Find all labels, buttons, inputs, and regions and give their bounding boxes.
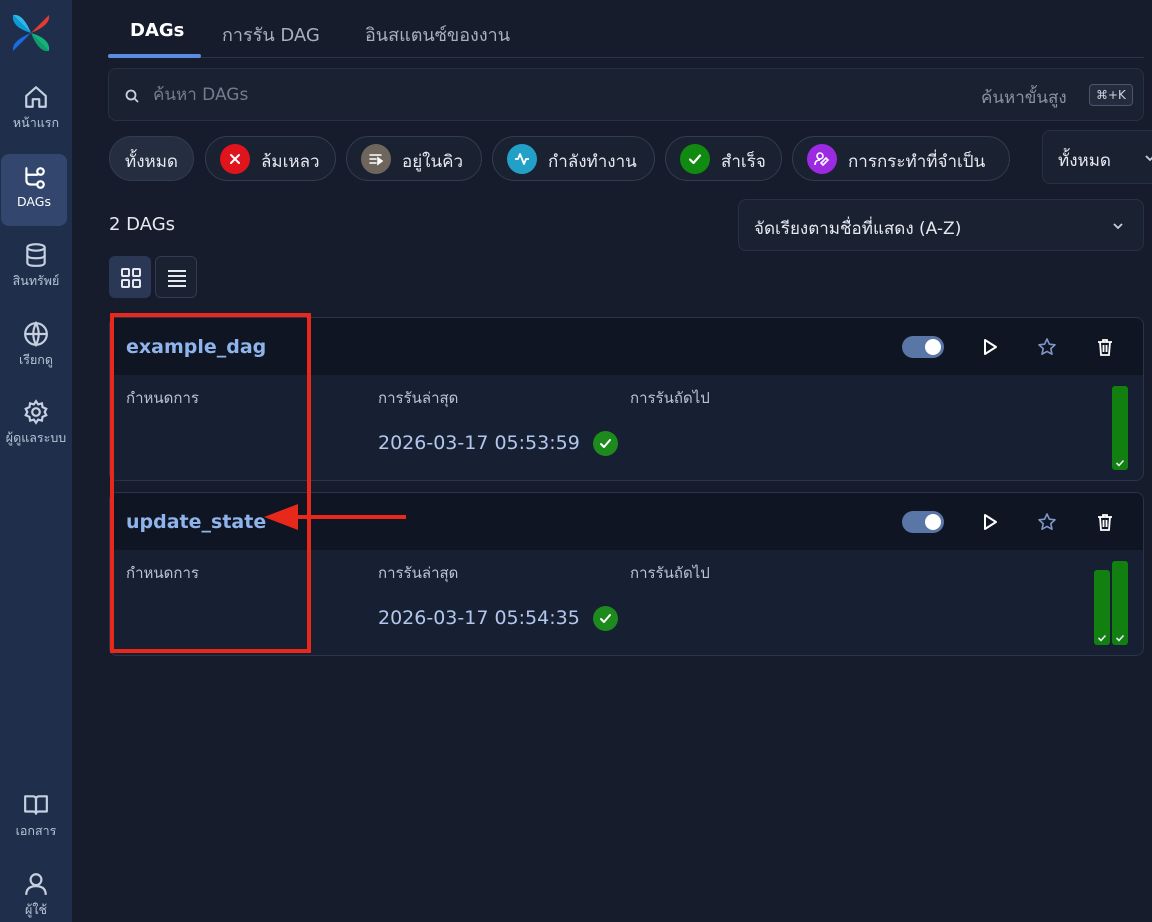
database-icon <box>26 243 46 267</box>
sidebar-item-assets[interactable]: สินทรัพย์ <box>0 242 72 291</box>
sidebar-item-label: สินทรัพย์ <box>12 273 60 288</box>
filter-running[interactable]: กำลังทำงาน <box>492 136 655 181</box>
success-icon <box>593 606 618 631</box>
activity-icon <box>507 144 537 174</box>
list-view-button[interactable] <box>155 256 197 298</box>
filter-all[interactable]: ทั้งหมด <box>109 136 194 181</box>
check-icon <box>1115 634 1125 642</box>
pause-toggle[interactable] <box>902 511 944 533</box>
recent-run-bar[interactable] <box>1112 561 1128 645</box>
sidebar-item-docs[interactable]: เอกสาร <box>0 792 72 841</box>
check-icon <box>680 144 710 174</box>
check-icon <box>1115 459 1125 467</box>
filter-success[interactable]: สำเร็จ <box>665 136 782 181</box>
chevron-down-icon <box>1113 223 1123 230</box>
sidebar-item-label: เอกสาร <box>15 823 57 838</box>
sidebar-item-home[interactable]: หน้าแรก <box>0 84 72 133</box>
tab-dag-runs[interactable]: การรัน DAG <box>222 20 320 49</box>
queue-icon <box>361 144 391 174</box>
sidebar-item-label: DAGs <box>17 194 51 209</box>
next-run-label: การรันถัดไป <box>630 564 710 582</box>
card-view-button[interactable] <box>109 256 151 298</box>
recent-run-bar[interactable] <box>1094 570 1110 645</box>
star-icon[interactable] <box>1037 337 1057 357</box>
sidebar-item-dags[interactable]: DAGs <box>1 154 67 226</box>
tab-dags[interactable]: DAGs <box>130 20 184 41</box>
filter-label: การกระทำที่จำเป็น <box>848 152 986 172</box>
filter-label: กำลังทำงาน <box>548 152 637 172</box>
advanced-search-link[interactable]: ค้นหาขั้นสูง <box>981 84 1067 111</box>
filter-label: ทั้งหมด <box>125 152 178 172</box>
sort-select[interactable]: จัดเรียงตามชื่อที่แสดง (A-Z) <box>738 199 1144 251</box>
annotation-arrow-icon <box>264 504 406 530</box>
latest-run-label: การรันล่าสุด <box>378 564 459 582</box>
success-icon <box>593 431 618 456</box>
tab-task-instances[interactable]: อินสแตนซ์ของงาน <box>365 20 510 49</box>
user-icon <box>25 873 47 895</box>
dag-count: 2 DAGs <box>109 214 176 235</box>
sidebar-item-user[interactable]: ผู้ใช้ <box>0 871 72 920</box>
dags-icon <box>25 167 45 189</box>
search-shortcut-badge: ⌘+K <box>1089 84 1133 106</box>
home-icon <box>25 86 47 108</box>
trash-icon[interactable] <box>1095 337 1115 357</box>
gear-icon <box>24 399 48 425</box>
x-icon <box>220 144 250 174</box>
sidebar-item-label: เรียกดู <box>19 352 53 367</box>
sidebar-item-browse[interactable]: เรียกดู <box>0 321 72 370</box>
book-icon <box>24 795 48 815</box>
globe-icon <box>24 321 48 347</box>
filter-label: ล้มเหลว <box>261 152 320 172</box>
next-run-label: การรันถัดไป <box>630 389 710 407</box>
star-icon[interactable] <box>1037 512 1057 532</box>
filter-action-required[interactable]: การกระทำที่จำเป็น <box>792 136 1010 181</box>
latest-run-date[interactable]: 2026-03-17 05:54:35 <box>378 607 580 629</box>
play-icon[interactable] <box>980 512 1000 532</box>
list-icon <box>168 270 186 287</box>
sidebar-item-label: หน้าแรก <box>12 115 60 130</box>
tag-filter-select[interactable]: ทั้งหมด <box>1042 130 1152 184</box>
search-icon <box>125 89 139 103</box>
sort-value: จัดเรียงตามชื่อที่แสดง (A-Z) <box>754 219 962 239</box>
tag-filter-value: ทั้งหมด <box>1058 151 1111 171</box>
sidebar-item-label: ผู้ดูแลระบบ <box>5 430 67 445</box>
tab-bar: DAGs การรัน DAG อินสแตนซ์ของงาน <box>108 0 1144 58</box>
filter-label: สำเร็จ <box>721 152 766 172</box>
airflow-logo[interactable] <box>9 11 53 55</box>
user-action-icon <box>807 144 837 174</box>
search-input[interactable] <box>153 82 753 108</box>
play-icon[interactable] <box>980 337 1000 357</box>
latest-run-date[interactable]: 2026-03-17 05:53:59 <box>378 432 580 454</box>
filter-label: อยู่ในคิว <box>402 152 464 172</box>
filter-queued[interactable]: อยู่ในคิว <box>346 136 482 181</box>
sidebar-item-admin[interactable]: ผู้ดูแลระบบ <box>0 399 72 448</box>
sidebar: หน้าแรก DAGs สินทรัพย์ เรียกดู ผู้ดูแลระ… <box>0 0 72 922</box>
pause-toggle[interactable] <box>902 336 944 358</box>
trash-icon[interactable] <box>1095 512 1115 532</box>
recent-run-bar[interactable] <box>1112 386 1128 470</box>
search-bar: ค้นหาขั้นสูง ⌘+K <box>108 68 1144 121</box>
toggle-knob <box>925 339 941 355</box>
chevron-down-icon <box>1145 155 1152 162</box>
toggle-knob <box>925 514 941 530</box>
sidebar-item-label: ผู้ใช้ <box>25 902 47 917</box>
active-tab-indicator <box>108 54 201 58</box>
annotation-highlight-box <box>110 313 311 653</box>
grid-icon <box>121 268 141 288</box>
check-icon <box>1097 634 1107 642</box>
filter-failed[interactable]: ล้มเหลว <box>205 136 336 181</box>
latest-run-label: การรันล่าสุด <box>378 389 459 407</box>
